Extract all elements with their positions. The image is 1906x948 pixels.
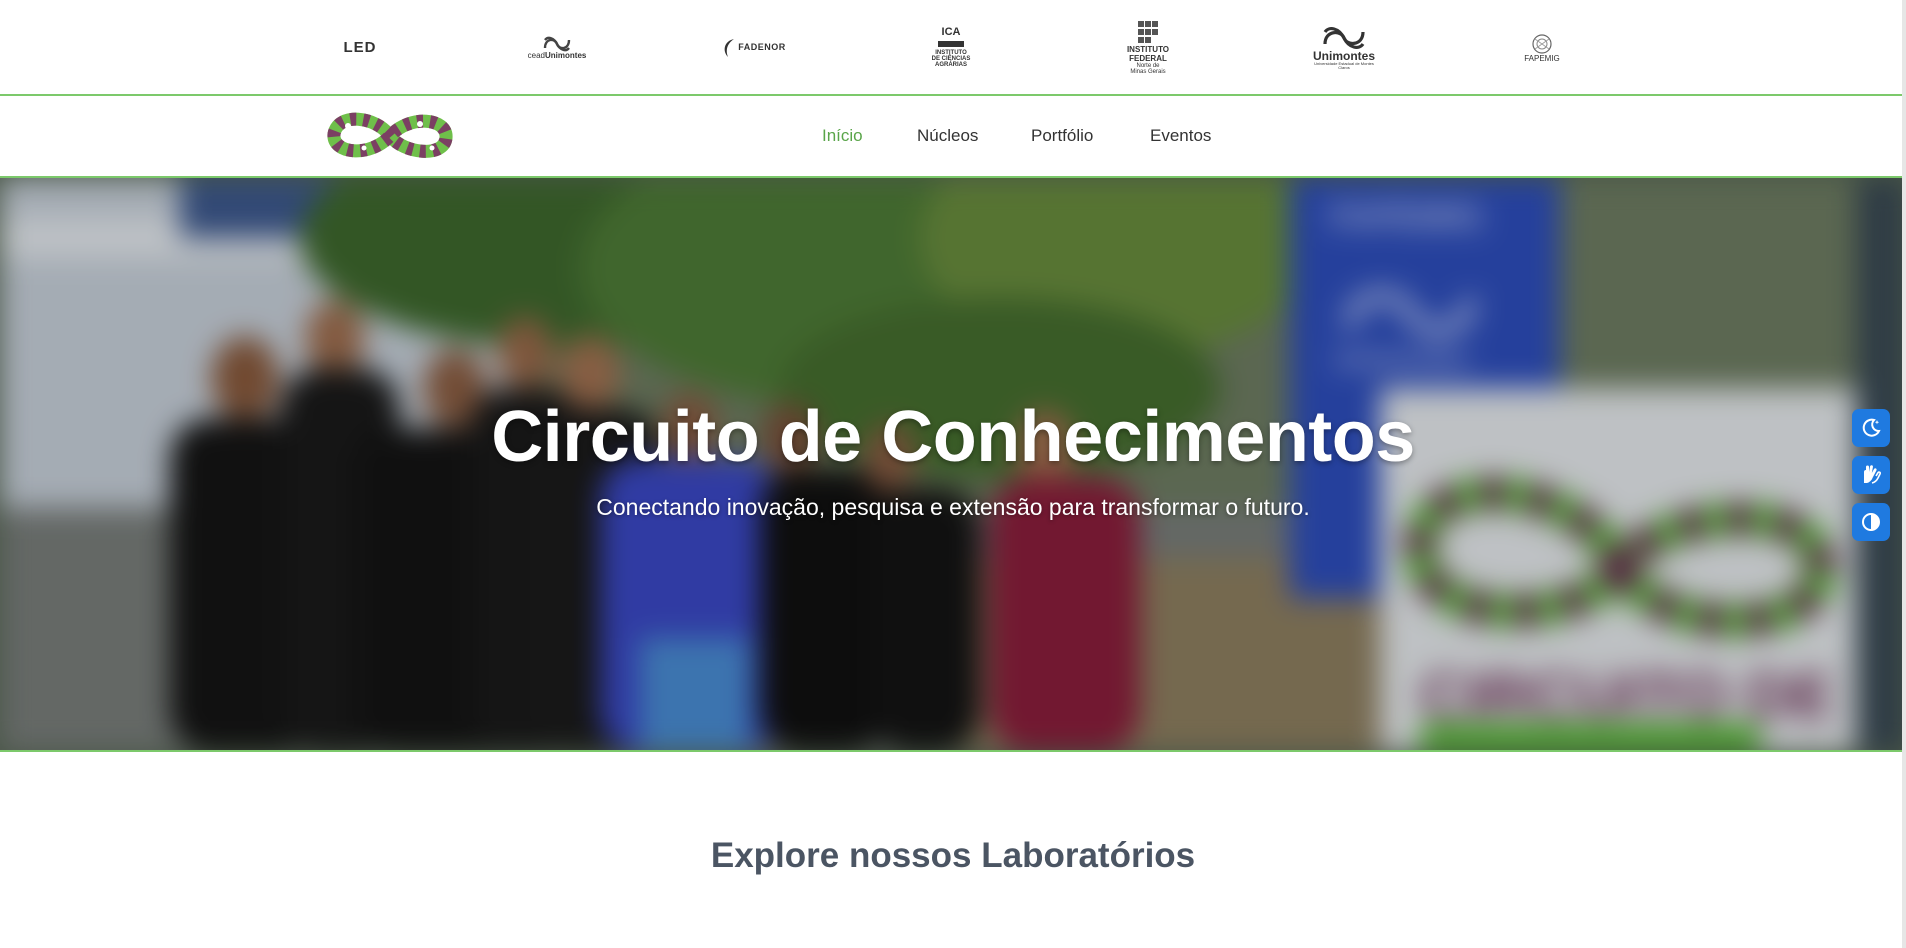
cead-unimontes-label: Unimontes <box>545 50 587 60</box>
cead-unimontes-logo[interactable]: ceadUnimontes <box>524 14 590 82</box>
page-scrollbar[interactable] <box>1902 0 1906 948</box>
nav-inicio[interactable]: Início <box>822 126 863 146</box>
hero-title: Circuito de Conhecimentos <box>491 397 1415 477</box>
led-logo[interactable]: LED <box>338 14 382 82</box>
fapemig-emblem-icon <box>1532 34 1552 54</box>
unimontes-logo[interactable]: Unimontes Universidade Estadual de Monte… <box>1308 14 1380 82</box>
fapemig-logo[interactable]: FAPEMIG <box>1520 14 1564 82</box>
unimontes-subtext: Universidade Estadual de Montes Claros <box>1314 61 1374 71</box>
nav-portfolio[interactable]: Portfólio <box>1031 126 1093 146</box>
fadenor-logo-text: FADENOR <box>738 42 786 53</box>
contrast-button[interactable] <box>1852 503 1890 541</box>
contrast-icon <box>1862 513 1880 531</box>
if-text: INSTITUTO FEDERAL <box>1126 45 1170 63</box>
labs-section-title: Explore nossos Laboratórios <box>710 836 1196 875</box>
instituto-federal-logo[interactable]: INSTITUTO FEDERAL Norte de Minas Gerais <box>1118 14 1178 82</box>
unimontes-knot-icon <box>543 36 571 52</box>
nav-eventos[interactable]: Eventos <box>1150 126 1211 146</box>
sign-language-icon <box>1864 465 1882 484</box>
unimontes-knot-icon <box>1323 26 1365 49</box>
ica-logo[interactable]: ICA INSTITUTO DE CIÊNCIAS AGRÁRIAS <box>920 14 982 82</box>
fadenor-swoosh-icon <box>724 39 735 57</box>
sign-language-button[interactable] <box>1852 456 1890 494</box>
fapemig-text: FAPEMIG <box>1524 53 1560 63</box>
if-grid-icon <box>1138 21 1158 44</box>
if-subtext: Norte de Minas Gerais <box>1130 63 1166 76</box>
fadenor-logo[interactable]: FADENOR <box>720 14 788 82</box>
ica-bar <box>938 40 964 47</box>
hero-subtitle: Conectando inovação, pesquisa e extensão… <box>596 494 1310 520</box>
sponsor-logos-bar: LED ceadUnimontes FADENOR ICA INSTITUTO … <box>0 0 1906 96</box>
led-logo-text: LED <box>343 39 377 57</box>
hero-banner: FAPEMIG Unimontes CIRCUITO DE Circuito d… <box>0 178 1906 752</box>
nav-nucleos[interactable]: Núcleos <box>917 126 978 146</box>
ica-text: INSTITUTO DE CIÊNCIAS AGRÁRIAS <box>931 49 971 69</box>
dark-mode-icon <box>1862 418 1881 437</box>
cead-label: cead <box>527 50 545 60</box>
main-navbar: Início Núcleos Portfólio Eventos <box>0 96 1906 178</box>
main-nav: Início Núcleos Portfólio Eventos <box>0 96 1906 178</box>
ica-title: ICA <box>941 26 961 39</box>
dark-mode-button[interactable] <box>1852 409 1890 447</box>
